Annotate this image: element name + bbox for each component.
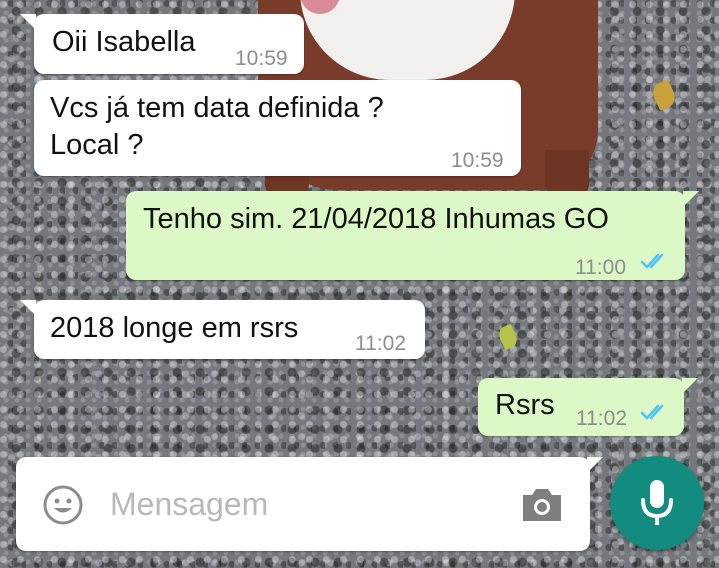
message-time: 11:00 [575,256,626,279]
read-receipt-icon [640,403,670,421]
message-time: 11:02 [355,332,406,355]
message-time: 10:59 [451,149,504,172]
message-text: Rsrs [495,389,555,421]
message-text: 2018 longe em rsrs [50,312,299,344]
message-bubble-outgoing[interactable]: Tenho sim. 21/04/2018 Inhumas GO 11:00 [126,191,699,280]
message-text: Tenho sim. 21/04/2018 Inhumas GO [143,203,609,235]
message-text: Oii Isabella [52,26,196,58]
message-text-line: Local ? [50,129,144,161]
camera-icon[interactable] [519,485,565,525]
message-bubble-incoming[interactable]: Oii Isabella 10:59 [20,14,304,74]
message-text-line: Vcs já tem data definida ? [50,92,384,124]
message-bubble-incoming[interactable]: 2018 longe em rsrs 11:02 [20,300,425,359]
message-bubble-outgoing[interactable]: Rsrs 11:02 [478,378,698,436]
mic-button[interactable] [610,456,704,550]
emoji-icon[interactable] [42,484,84,526]
message-time: 11:02 [576,407,627,430]
read-receipt-icon [640,252,670,270]
message-time: 10:59 [235,47,288,70]
message-composer [16,457,603,551]
message-input[interactable] [110,479,490,529]
message-bubble-incoming[interactable]: Vcs já tem data definida ? Local ? 10:59 [34,80,521,176]
mic-icon [641,480,673,525]
